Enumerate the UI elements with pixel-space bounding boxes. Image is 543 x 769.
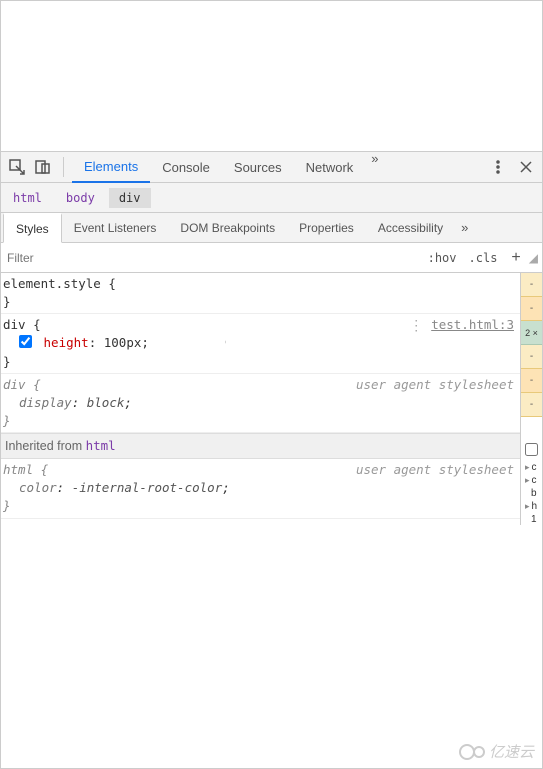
more-tabs-icon[interactable]: » (365, 151, 384, 183)
subtab-event-listeners[interactable]: Event Listeners (62, 213, 169, 243)
inherited-from-bar: Inherited from html (1, 433, 520, 459)
selector-text: element.style (3, 276, 101, 291)
inherited-label: Inherited from (5, 439, 86, 453)
property-display: display: block; (3, 394, 518, 412)
crumb-body[interactable]: body (56, 188, 105, 208)
crumb-html[interactable]: html (3, 188, 52, 208)
side-column: - - 2 × - - - ▸c ▸c b ▸h 1 (520, 273, 542, 525)
close-brace: } (3, 354, 11, 369)
subtab-dom-breakpoints[interactable]: DOM Breakpoints (168, 213, 287, 243)
selector-text: div (3, 377, 26, 392)
kebab-menu-icon[interactable] (486, 155, 510, 179)
side-stripe: - (521, 345, 542, 369)
hov-toggle[interactable]: :hov (422, 251, 463, 265)
more-subtabs-icon[interactable]: » (455, 220, 474, 235)
property-name: color (19, 480, 57, 495)
property-color: color: -internal-root-color; (3, 479, 518, 497)
source-link[interactable]: test.html:3 (431, 316, 514, 334)
styles-pane: element.style { } test.html:3 div { ⋮ he… (1, 273, 520, 525)
breadcrumb: html body div (1, 183, 542, 213)
watermark-text: 亿速云 (489, 741, 534, 762)
watermark: 亿速云 (459, 741, 534, 762)
property-name: display (19, 395, 72, 410)
close-brace: } (3, 413, 11, 428)
main-tabs: Elements Console Sources Network » (72, 151, 484, 183)
semicolon: ; (141, 335, 149, 350)
rendered-page-area (1, 1, 542, 151)
separator (63, 157, 64, 177)
tab-sources[interactable]: Sources (222, 151, 294, 183)
property-toggle[interactable] (19, 335, 32, 348)
devtools-toolbar: Elements Console Sources Network » (1, 151, 542, 183)
side-letter: b (521, 486, 542, 499)
resize-corner-icon[interactable]: ◢ (529, 251, 542, 265)
side-checkbox[interactable] (523, 443, 540, 456)
selector-text: html (3, 462, 33, 477)
close-brace: } (3, 498, 11, 513)
selector-text: div (3, 317, 26, 332)
subtab-accessibility[interactable]: Accessibility (366, 213, 455, 243)
text-cursor-icon (225, 334, 226, 350)
property-name: height (44, 335, 89, 350)
side-expand[interactable]: ▸c (521, 473, 542, 486)
side-num: 1 (521, 512, 542, 525)
side-stripe: 2 × (521, 321, 542, 345)
sidebar-tabs: Styles Event Listeners DOM Breakpoints P… (1, 213, 542, 243)
open-brace: { (33, 377, 41, 392)
inspect-icon[interactable] (5, 155, 29, 179)
triangle-right-icon: ▸ (523, 475, 530, 486)
logo-ring-icon (473, 746, 485, 758)
source-user-agent: user agent stylesheet (356, 376, 514, 394)
new-style-rule-icon[interactable]: + (503, 249, 528, 267)
side-stripe: - (521, 393, 542, 417)
rule-menu-icon[interactable]: ⋮ (409, 316, 431, 336)
inherited-element[interactable]: html (86, 438, 116, 453)
side-stripe: - (521, 297, 542, 321)
close-brace: } (3, 294, 11, 309)
rule-div-author[interactable]: test.html:3 div { ⋮ height: 100px; } (1, 314, 520, 373)
open-brace: { (108, 276, 116, 291)
filter-input[interactable] (1, 244, 422, 272)
semicolon: ; (222, 480, 230, 495)
side-stripe: - (521, 273, 542, 297)
toolbar-right (486, 155, 538, 179)
semicolon: ; (124, 395, 132, 410)
rule-element-style[interactable]: element.style { } (1, 273, 520, 314)
panes: element.style { } test.html:3 div { ⋮ he… (1, 273, 542, 525)
crumb-div[interactable]: div (109, 188, 151, 208)
subtab-properties[interactable]: Properties (287, 213, 366, 243)
rule-div-user-agent: user agent stylesheet div { display: blo… (1, 374, 520, 433)
rule-html-user-agent: user agent stylesheet html { color: -int… (1, 459, 520, 518)
logo-ring-icon (459, 744, 475, 760)
property-height[interactable]: height: 100px; (3, 334, 518, 352)
side-stripe: - (521, 369, 542, 393)
cls-toggle[interactable]: .cls (463, 251, 504, 265)
source-user-agent: user agent stylesheet (356, 461, 514, 479)
side-expand[interactable]: ▸c (521, 460, 542, 473)
tab-elements[interactable]: Elements (72, 151, 150, 183)
triangle-right-icon: ▸ (523, 462, 530, 473)
property-value: block (87, 395, 125, 410)
device-toggle-icon[interactable] (31, 155, 55, 179)
filter-row: :hov .cls + ◢ (1, 243, 542, 273)
close-icon[interactable] (514, 155, 538, 179)
property-value: -internal-root-color (72, 480, 223, 495)
property-value: 100px (104, 335, 142, 350)
subtab-styles[interactable]: Styles (3, 213, 62, 243)
tab-network[interactable]: Network (294, 151, 366, 183)
side-expand[interactable]: ▸h (521, 499, 542, 512)
tab-console[interactable]: Console (150, 151, 222, 183)
open-brace: { (33, 317, 41, 332)
triangle-right-icon: ▸ (523, 501, 530, 512)
open-brace: { (41, 462, 49, 477)
